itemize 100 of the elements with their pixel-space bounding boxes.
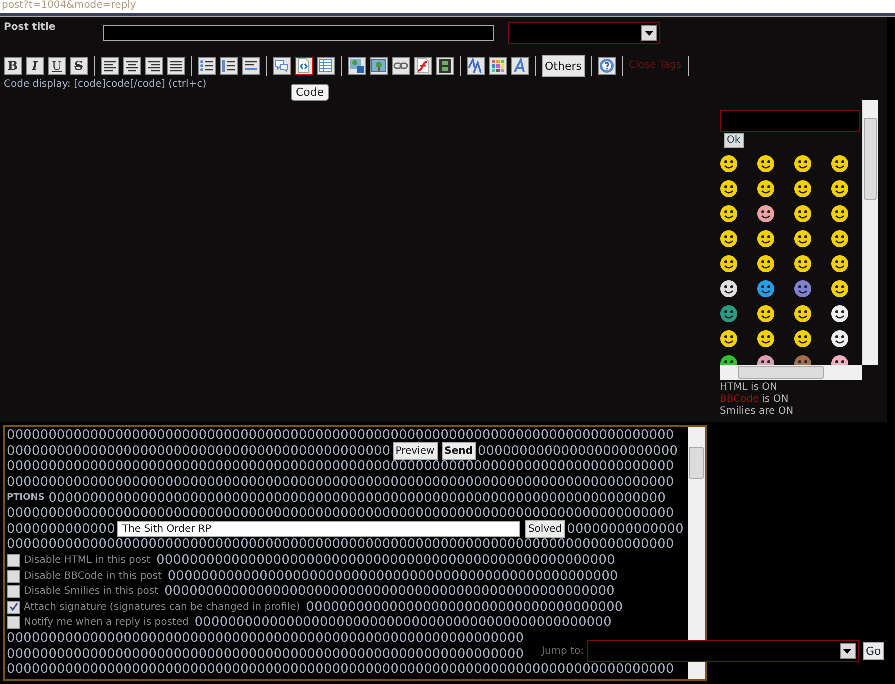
flash-button[interactable] <box>414 57 432 75</box>
form-button[interactable]: Send <box>442 442 476 460</box>
smiley-icon[interactable] <box>794 154 812 172</box>
bullet-list-icon <box>199 58 215 74</box>
film-strip-button[interactable] <box>436 57 454 75</box>
bold-button[interactable]: B <box>4 57 22 75</box>
font-size-icon <box>468 58 484 74</box>
vertical-scrollbar[interactable] <box>862 100 878 365</box>
tooltip: Code <box>291 84 330 101</box>
message-text: 00000000000000000000000000000000000000000000000000000000000000000000000000000000 <box>7 537 674 552</box>
message-text: 00000000000000000000000000000000000000000000000000000000000000000000000000000000 <box>7 506 674 522</box>
underline-button[interactable]: U <box>48 57 66 75</box>
smiley-icon[interactable] <box>720 180 738 198</box>
smiley-icon[interactable] <box>794 180 812 198</box>
align-center-button[interactable] <box>123 57 141 75</box>
smiley-icon[interactable] <box>831 230 849 248</box>
checkbox[interactable] <box>7 554 20 568</box>
image-save-icon <box>349 58 365 74</box>
smiley-icon[interactable] <box>757 254 775 272</box>
image-button[interactable] <box>370 57 388 75</box>
message-text: 00000000000000 <box>567 522 684 537</box>
message-text: 00000000000000000000000000000000000000000000000000000000000000000000000000 <box>48 490 666 506</box>
smiley-icon[interactable] <box>831 280 849 298</box>
message-text: 0000000000000000000000000000000000000000000000000000000 <box>156 553 616 568</box>
numbered-list-button[interactable] <box>220 57 238 75</box>
post-title-field[interactable] <box>103 25 494 41</box>
smiley-icon[interactable] <box>831 204 849 222</box>
message-text: 000000000000000000000000000000000000000000000000000000 <box>164 584 616 600</box>
image-save-button[interactable] <box>348 57 366 75</box>
option-label: Notify me when a reply is posted <box>24 617 189 628</box>
dropdown[interactable] <box>508 22 660 44</box>
strike-button[interactable]: S <box>70 57 88 75</box>
help-button[interactable] <box>598 57 616 75</box>
color-grid-icon <box>490 58 506 74</box>
smiley-icon[interactable] <box>757 180 775 198</box>
smiley-icon[interactable] <box>794 230 812 248</box>
jump-dropdown[interactable] <box>586 640 859 662</box>
message-textarea[interactable] <box>3 425 707 681</box>
horizontal-scrollbar[interactable] <box>720 365 862 380</box>
message-text: 00000000000000000000000000000000000000000000000000000000000000 <box>7 631 524 646</box>
smiley-icon[interactable] <box>720 204 738 222</box>
checkbox[interactable] <box>7 600 20 614</box>
form-button[interactable]: Preview <box>392 442 438 460</box>
smiley-icon[interactable] <box>757 304 775 322</box>
checkbox[interactable] <box>7 585 20 598</box>
smiley-icon[interactable] <box>757 204 775 222</box>
smiley-icon[interactable] <box>720 280 738 298</box>
checkbox[interactable] <box>7 570 20 583</box>
smiley-icon[interactable] <box>757 330 775 348</box>
italic-button[interactable]: I <box>26 57 44 75</box>
smiley-icon[interactable] <box>757 230 775 248</box>
message-text: 00000000000000000000000000000000000000000000000000000000000000000000000000000000 <box>7 475 674 490</box>
smiley-icon[interactable] <box>831 304 849 322</box>
smiley-icon[interactable] <box>794 204 812 222</box>
subject-field[interactable]: The Sith Order RP <box>117 521 520 538</box>
caret-icon <box>644 30 654 36</box>
smiley-icon[interactable] <box>720 230 738 248</box>
vertical-scrollbar[interactable] <box>688 427 705 679</box>
font-button[interactable] <box>511 57 529 75</box>
status-text: HTML is ON <box>720 382 778 394</box>
bullet-list-button[interactable] <box>198 57 216 75</box>
font-size-button[interactable] <box>467 57 485 75</box>
film-strip-icon <box>437 58 453 74</box>
align-center-icon <box>124 58 140 74</box>
smiley-icon[interactable] <box>720 254 738 272</box>
chain-link-button[interactable] <box>392 57 410 75</box>
justify-icon <box>168 58 184 74</box>
smiley-icon[interactable] <box>831 254 849 272</box>
smiley-icon[interactable] <box>794 304 812 322</box>
smiley-icon[interactable] <box>757 154 775 172</box>
smiley-icon[interactable] <box>831 330 849 348</box>
color-grid-button[interactable] <box>489 57 507 75</box>
justify-button[interactable] <box>167 57 185 75</box>
align-left-button[interactable] <box>101 57 119 75</box>
table-icon <box>318 58 334 74</box>
go-button[interactable]: Go <box>862 642 884 660</box>
smiley-icon[interactable] <box>720 330 738 348</box>
horizontal-rule-button[interactable] <box>242 57 260 75</box>
checkbox[interactable] <box>7 616 20 630</box>
smiley-icon[interactable] <box>757 280 775 298</box>
message-text: 000000000000000000000000000000000000000000000000000000 <box>168 568 618 584</box>
smiley-icon[interactable] <box>720 154 738 172</box>
smiley-icon[interactable] <box>794 254 812 272</box>
message-text: 0000000000000000000000000000000000000000000000 <box>7 444 391 459</box>
message-text: 00000000000000000000000000000000000000000000000000000000000000000000000000000000 <box>7 459 674 474</box>
address-text: post?t=1004&mode=reply <box>0 0 895 12</box>
code-icon <box>296 58 312 74</box>
form-button[interactable]: Solved <box>525 520 566 538</box>
code-button[interactable] <box>295 57 313 75</box>
font-icon <box>512 58 528 74</box>
smiley-icon[interactable] <box>831 154 849 172</box>
smiley-icon[interactable] <box>831 180 849 198</box>
smiley-icon[interactable] <box>794 330 812 348</box>
align-right-button[interactable] <box>145 57 163 75</box>
ok-button[interactable]: Ok <box>724 133 744 148</box>
table-button[interactable] <box>317 57 335 75</box>
speech-bubbles-button[interactable] <box>273 57 291 75</box>
others-button[interactable]: Others <box>542 55 585 77</box>
smiley-input-field[interactable] <box>720 110 860 132</box>
message-text: 00000000000000000000000000000000000000000000000000000000000000 <box>7 646 524 662</box>
